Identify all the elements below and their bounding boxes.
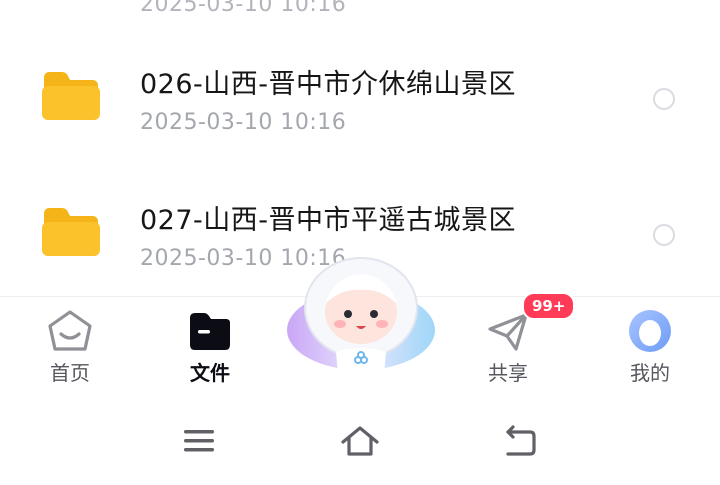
select-radio[interactable]: [653, 88, 675, 110]
file-name: 026-山西-晋中市介休绵山景区: [140, 69, 517, 100]
folder-icon: [42, 72, 100, 120]
file-date: 2025-03-10 10:16: [140, 110, 347, 135]
file-date: 2025-03-10 10:16: [140, 0, 347, 17]
select-radio[interactable]: [653, 224, 675, 246]
home-icon: [48, 310, 92, 351]
home-icon[interactable]: [340, 424, 380, 458]
file-list-item[interactable]: 026-山西-晋中市介休绵山景区 2025-03-10 10:16: [0, 40, 720, 150]
back-icon[interactable]: [500, 424, 540, 458]
folder-icon: [42, 208, 100, 256]
menu-icon[interactable]: [180, 424, 220, 458]
assistant-mascot-button[interactable]: [284, 248, 438, 388]
nav-label: 首页: [50, 361, 90, 385]
nav-label: 共享: [488, 361, 528, 385]
nav-label: 我的: [630, 361, 670, 385]
file-name: 027-山西-晋中市平遥古城景区: [140, 205, 517, 236]
nav-item-files[interactable]: 文件: [140, 297, 280, 397]
nav-item-home[interactable]: 首页: [0, 297, 140, 397]
avatar: [629, 310, 671, 352]
nav-item-me[interactable]: 我的: [580, 297, 720, 397]
nav-label: 文件: [190, 361, 230, 385]
folder-icon: [190, 313, 230, 350]
notification-badge: 99+: [522, 292, 576, 320]
system-navigation-bar: [0, 396, 720, 485]
